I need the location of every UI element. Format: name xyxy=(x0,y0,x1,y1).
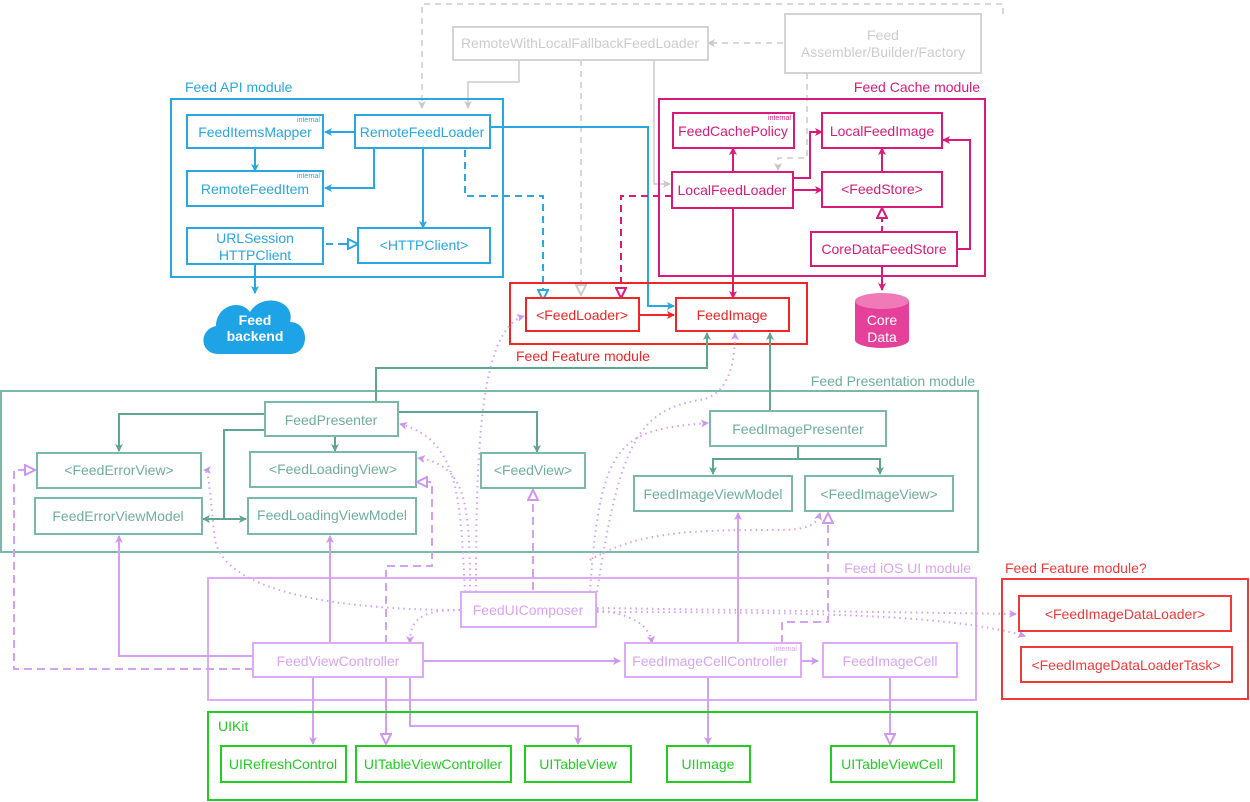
urlsession-label-1: URLSession xyxy=(216,230,294,246)
feed-image-data-loader-task-label: <FeedImageDataLoaderTask> xyxy=(1031,657,1220,673)
feed-image-cell-label: FeedImageCell xyxy=(843,653,938,669)
feed-image-label: FeedImage xyxy=(697,307,768,323)
remote-feed-loader-label: RemoteFeedLoader xyxy=(360,124,485,140)
feed-loading-view-protocol-node[interactable]: <FeedLoadingView> xyxy=(249,451,417,488)
feed-ui-composer-node[interactable]: FeedUIComposer xyxy=(460,591,597,628)
urlsession-label-2: HTTPClient xyxy=(219,247,291,263)
presentation-module-title: Feed Presentation module xyxy=(811,373,975,389)
feed-assembler-node[interactable]: Feed Assembler/Builder/Factory xyxy=(784,13,982,74)
remote-feed-item-label: RemoteFeedItem xyxy=(201,181,309,197)
ui-table-view-node[interactable]: UITableView xyxy=(524,745,632,783)
http-client-label: <HTTPClient> xyxy=(380,237,469,253)
uikit-module-title: UIKit xyxy=(218,718,248,734)
feed-view-label: <FeedView> xyxy=(494,462,572,478)
feed-assembler-label-1: Feed xyxy=(867,27,899,43)
feature-module-title: Feed Feature module xyxy=(516,348,650,364)
feed-error-view-model-node[interactable]: FeedErrorViewModel xyxy=(34,497,203,535)
core-data-feed-store-node[interactable]: CoreDataFeedStore xyxy=(810,231,958,267)
feed-backend-label-1: Feed xyxy=(239,312,272,328)
remote-feed-item-node[interactable]: internal RemoteFeedItem xyxy=(186,170,324,207)
feed-items-mapper-node[interactable]: internal FeedItemsMapper xyxy=(186,114,324,149)
core-data-label-1: Core xyxy=(867,312,898,328)
feed-loading-view-model-label: FeedLoadingViewModel xyxy=(257,507,407,523)
feed-view-protocol-node[interactable]: <FeedView> xyxy=(480,452,586,489)
local-feed-loader-label: LocalFeedLoader xyxy=(678,182,787,198)
feed-image-data-loader-node[interactable]: <FeedImageDataLoader> xyxy=(1018,595,1232,632)
feed-image-view-model-label: FeedImageViewModel xyxy=(643,486,782,502)
local-feed-image-label: LocalFeedImage xyxy=(830,123,935,139)
feed-view-controller-node[interactable]: FeedViewController xyxy=(252,642,424,678)
feed-image-presenter-node[interactable]: FeedImagePresenter xyxy=(709,410,887,447)
urlsession-http-client-node[interactable]: URLSession HTTPClient xyxy=(186,227,324,265)
ui-image-label: UIImage xyxy=(682,756,735,772)
feed-image-node[interactable]: FeedImage xyxy=(675,297,790,332)
feed-loader-label: <FeedLoader> xyxy=(536,307,628,323)
core-data-database: Core Data xyxy=(855,293,909,348)
ios-ui-module-title: Feed iOS UI module xyxy=(844,560,971,576)
feed-image-view-label: <FeedImageView> xyxy=(820,486,937,502)
feed-backend-label-2: backend xyxy=(227,328,284,344)
feed-presenter-label: FeedPresenter xyxy=(285,412,378,428)
ui-refresh-control-label: UIRefreshControl xyxy=(229,756,337,772)
core-data-label-2: Data xyxy=(867,329,897,345)
cache-connectors xyxy=(621,128,971,299)
feed-view-controller-label: FeedViewController xyxy=(277,653,400,669)
ui-table-view-label: UITableView xyxy=(539,756,617,772)
feed-error-view-protocol-node[interactable]: <FeedErrorView> xyxy=(36,452,202,489)
api-module-title: Feed API module xyxy=(185,79,293,95)
feed-image-data-loader-task-node[interactable]: <FeedImageDataLoaderTask> xyxy=(1020,646,1233,683)
feed-error-view-model-label: FeedErrorViewModel xyxy=(52,508,183,524)
http-client-protocol-node[interactable]: <HTTPClient> xyxy=(357,227,491,264)
core-data-feed-store-label: CoreDataFeedStore xyxy=(821,241,947,257)
ui-image-node[interactable]: UIImage xyxy=(666,745,751,783)
internal-tag: internal xyxy=(774,646,797,653)
feed-loading-view-label: <FeedLoadingView> xyxy=(269,461,397,477)
feed-image-view-model-node[interactable]: FeedImageViewModel xyxy=(633,475,793,512)
feed-image-cell-controller-label: FeedImageCellController xyxy=(632,653,788,669)
remote-with-local-fallback-label: RemoteWithLocalFallbackFeedLoader xyxy=(461,35,699,51)
feature-q-module-title: Feed Feature module? xyxy=(1005,560,1147,576)
remote-with-local-fallback-node[interactable]: RemoteWithLocalFallbackFeedLoader xyxy=(452,26,709,61)
feed-image-presenter-label: FeedImagePresenter xyxy=(732,421,864,437)
api-connectors xyxy=(251,126,675,310)
cache-module-title: Feed Cache module xyxy=(854,79,980,95)
internal-tag: internal xyxy=(297,117,320,124)
feed-backend-cloud: Feed backend xyxy=(203,300,305,354)
ui-table-view-controller-label: UITableViewController xyxy=(364,756,503,772)
local-feed-loader-node[interactable]: LocalFeedLoader xyxy=(671,171,794,209)
feed-loading-view-model-node[interactable]: FeedLoadingViewModel xyxy=(247,497,417,535)
ui-table-view-cell-node[interactable]: UITableViewCell xyxy=(830,745,955,783)
ui-table-view-cell-label: UITableViewCell xyxy=(841,756,943,772)
feed-items-mapper-label: FeedItemsMapper xyxy=(198,124,312,140)
feed-cache-policy-node[interactable]: internal FeedCachePolicy xyxy=(672,112,795,149)
feed-image-data-loader-label: <FeedImageDataLoader> xyxy=(1045,606,1205,622)
architecture-diagram: Feed Assembler/Builder/Factory RemoteWit… xyxy=(0,3,1249,801)
feed-store-protocol-node[interactable]: <FeedStore> xyxy=(821,171,943,208)
feed-ui-composer-label: FeedUIComposer xyxy=(473,602,584,618)
ui-refresh-control-node[interactable]: UIRefreshControl xyxy=(220,745,347,783)
ui-table-view-controller-node[interactable]: UITableViewController xyxy=(355,745,512,783)
feed-image-cell-controller-node[interactable]: internal FeedImageCellController xyxy=(624,642,802,678)
feed-loader-protocol-node[interactable]: <FeedLoader> xyxy=(525,297,640,332)
feed-image-cell-node[interactable]: FeedImageCell xyxy=(822,642,958,678)
internal-tag: internal xyxy=(297,173,320,180)
feed-cache-policy-label: FeedCachePolicy xyxy=(678,123,788,139)
feed-store-label: <FeedStore> xyxy=(841,181,923,197)
remote-feed-loader-node[interactable]: RemoteFeedLoader xyxy=(354,114,491,149)
internal-tag: internal xyxy=(768,115,791,122)
feed-image-view-protocol-node[interactable]: <FeedImageView> xyxy=(804,475,954,512)
feed-error-view-label: <FeedErrorView> xyxy=(64,462,173,478)
feed-assembler-label-2: Assembler/Builder/Factory xyxy=(801,44,965,60)
local-feed-image-node[interactable]: LocalFeedImage xyxy=(821,112,943,149)
feed-presenter-node[interactable]: FeedPresenter xyxy=(264,401,399,437)
